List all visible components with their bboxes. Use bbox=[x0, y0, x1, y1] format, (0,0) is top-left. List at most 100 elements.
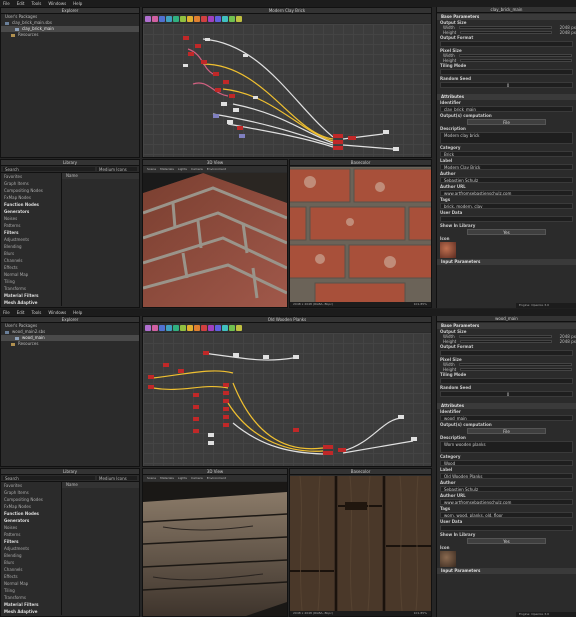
tiling-mode-field[interactable] bbox=[440, 378, 573, 384]
view3d-menu-camera[interactable]: Camera bbox=[191, 475, 203, 481]
library-category[interactable]: Transforms bbox=[1, 594, 61, 601]
tool-icon[interactable] bbox=[236, 15, 242, 22]
wood-3d-render[interactable] bbox=[143, 482, 287, 616]
resources-item[interactable]: Resources bbox=[1, 32, 139, 38]
tool-icon[interactable] bbox=[152, 324, 158, 331]
library-category[interactable]: Graph Items bbox=[1, 180, 61, 187]
library-category[interactable]: Blending bbox=[1, 243, 61, 250]
library-category[interactable]: Normal Map bbox=[1, 271, 61, 278]
tool-icon[interactable] bbox=[194, 15, 200, 22]
brick-2d-texture[interactable] bbox=[290, 167, 431, 302]
tiling-mode-field[interactable] bbox=[440, 69, 573, 75]
input-params-section[interactable]: Input Parameters bbox=[437, 568, 576, 574]
library-category[interactable]: Material Filters bbox=[1, 601, 61, 608]
library-category[interactable]: Mesh Adaptive bbox=[1, 299, 61, 306]
category-field[interactable]: Brick bbox=[440, 151, 573, 157]
view3d-menu-scene[interactable]: Scene bbox=[147, 475, 156, 481]
description-field[interactable]: Worn wooden planks bbox=[440, 441, 573, 453]
library-category[interactable]: Material Filters bbox=[1, 292, 61, 299]
graph-canvas[interactable] bbox=[143, 333, 431, 466]
zoom-level[interactable]: 101.85% bbox=[414, 611, 427, 616]
brick-3d-render[interactable] bbox=[143, 173, 287, 307]
tool-icon[interactable] bbox=[180, 324, 186, 331]
tool-icon[interactable] bbox=[194, 324, 200, 331]
menu-windows[interactable]: Windows bbox=[48, 310, 66, 315]
author-field[interactable]: Sebastien Schulz bbox=[440, 486, 573, 492]
menu-tools[interactable]: Tools bbox=[31, 1, 41, 6]
tool-icon[interactable] bbox=[173, 324, 179, 331]
menu-tools[interactable]: Tools bbox=[31, 310, 41, 315]
pixel-height-slider[interactable] bbox=[460, 368, 572, 371]
library-category[interactable]: Noises bbox=[1, 524, 61, 531]
library-category[interactable]: Blurs bbox=[1, 250, 61, 257]
tool-icon[interactable] bbox=[208, 324, 214, 331]
library-search[interactable]: Search bbox=[3, 476, 95, 481]
library-category[interactable]: Mesh Adaptive bbox=[1, 608, 61, 615]
description-field[interactable]: Modern clay brick bbox=[440, 132, 573, 144]
tags-field[interactable]: worn, wood, planks, old, floor bbox=[440, 512, 573, 518]
file-button[interactable]: File bbox=[467, 428, 546, 434]
tool-icon[interactable] bbox=[215, 15, 221, 22]
author-url-field[interactable]: www.artfromsebastienschulz.com bbox=[440, 190, 573, 196]
menu-file[interactable]: File bbox=[3, 1, 10, 6]
library-category[interactable]: Effects bbox=[1, 573, 61, 580]
library-category[interactable]: Patterns bbox=[1, 531, 61, 538]
tool-icon[interactable] bbox=[159, 15, 165, 22]
library-category[interactable]: Generators bbox=[1, 208, 61, 215]
material-thumbnail[interactable] bbox=[440, 242, 456, 258]
menu-help[interactable]: Help bbox=[73, 310, 82, 315]
random-seed-field[interactable]: 0 bbox=[440, 391, 573, 397]
tool-icon[interactable] bbox=[173, 15, 179, 22]
tool-icon[interactable] bbox=[208, 15, 214, 22]
menu-file[interactable]: File bbox=[3, 310, 10, 315]
width-slider[interactable] bbox=[458, 335, 552, 338]
pixel-height-slider[interactable] bbox=[460, 59, 572, 62]
library-category[interactable]: Noises bbox=[1, 215, 61, 222]
library-category[interactable]: Effects bbox=[1, 264, 61, 271]
random-seed-field[interactable]: 0 bbox=[440, 82, 573, 88]
author-field[interactable]: Sebastien Schulz bbox=[440, 177, 573, 183]
tool-icon[interactable] bbox=[180, 15, 186, 22]
zoom-level[interactable]: 101.85% bbox=[414, 302, 427, 307]
library-category[interactable]: FxMap Nodes bbox=[1, 194, 61, 201]
user-data-field[interactable] bbox=[440, 216, 573, 222]
tool-icon[interactable] bbox=[201, 324, 207, 331]
view3d-menu-materials[interactable]: Materials bbox=[160, 475, 174, 481]
tool-icon[interactable] bbox=[187, 15, 193, 22]
tool-icon[interactable] bbox=[201, 15, 207, 22]
tool-icon[interactable] bbox=[222, 324, 228, 331]
library-category[interactable]: Blurs bbox=[1, 559, 61, 566]
view3d-menu-camera[interactable]: Camera bbox=[191, 166, 203, 172]
wood-2d-texture[interactable] bbox=[290, 476, 431, 611]
tool-icon[interactable] bbox=[159, 324, 165, 331]
library-category[interactable]: Channels bbox=[1, 566, 61, 573]
tool-icon[interactable] bbox=[166, 15, 172, 22]
pixel-width-slider[interactable] bbox=[458, 54, 572, 57]
view3d-menu-lights[interactable]: Lights bbox=[178, 166, 187, 172]
show-in-library-button[interactable]: Yes bbox=[467, 229, 546, 235]
library-category[interactable]: Graph Items bbox=[1, 489, 61, 496]
library-category[interactable]: Transforms bbox=[1, 285, 61, 292]
output-format-field[interactable] bbox=[440, 350, 573, 356]
library-category[interactable]: Patterns bbox=[1, 222, 61, 229]
view3d-menu-environment[interactable]: Environment bbox=[207, 475, 226, 481]
tool-icon[interactable] bbox=[145, 15, 151, 22]
library-category[interactable]: Generators bbox=[1, 517, 61, 524]
height-slider[interactable] bbox=[460, 340, 552, 343]
pixel-width-slider[interactable] bbox=[458, 363, 572, 366]
resources-item[interactable]: Resources bbox=[1, 341, 139, 347]
library-category[interactable]: Function Nodes bbox=[1, 510, 61, 517]
material-thumbnail[interactable] bbox=[440, 551, 456, 567]
library-search[interactable]: Search bbox=[3, 167, 95, 172]
library-category[interactable]: Blending bbox=[1, 552, 61, 559]
library-view-select[interactable]: Medium Icons bbox=[97, 476, 137, 481]
menu-windows[interactable]: Windows bbox=[48, 1, 66, 6]
menu-edit[interactable]: Edit bbox=[17, 310, 25, 315]
library-category[interactable]: Adjustments bbox=[1, 545, 61, 552]
tool-icon[interactable] bbox=[187, 324, 193, 331]
library-category[interactable]: Function Nodes bbox=[1, 201, 61, 208]
tool-icon[interactable] bbox=[152, 15, 158, 22]
show-in-library-button[interactable]: Yes bbox=[467, 538, 546, 544]
tool-icon[interactable] bbox=[229, 324, 235, 331]
input-params-section[interactable]: Input Parameters bbox=[437, 259, 576, 265]
